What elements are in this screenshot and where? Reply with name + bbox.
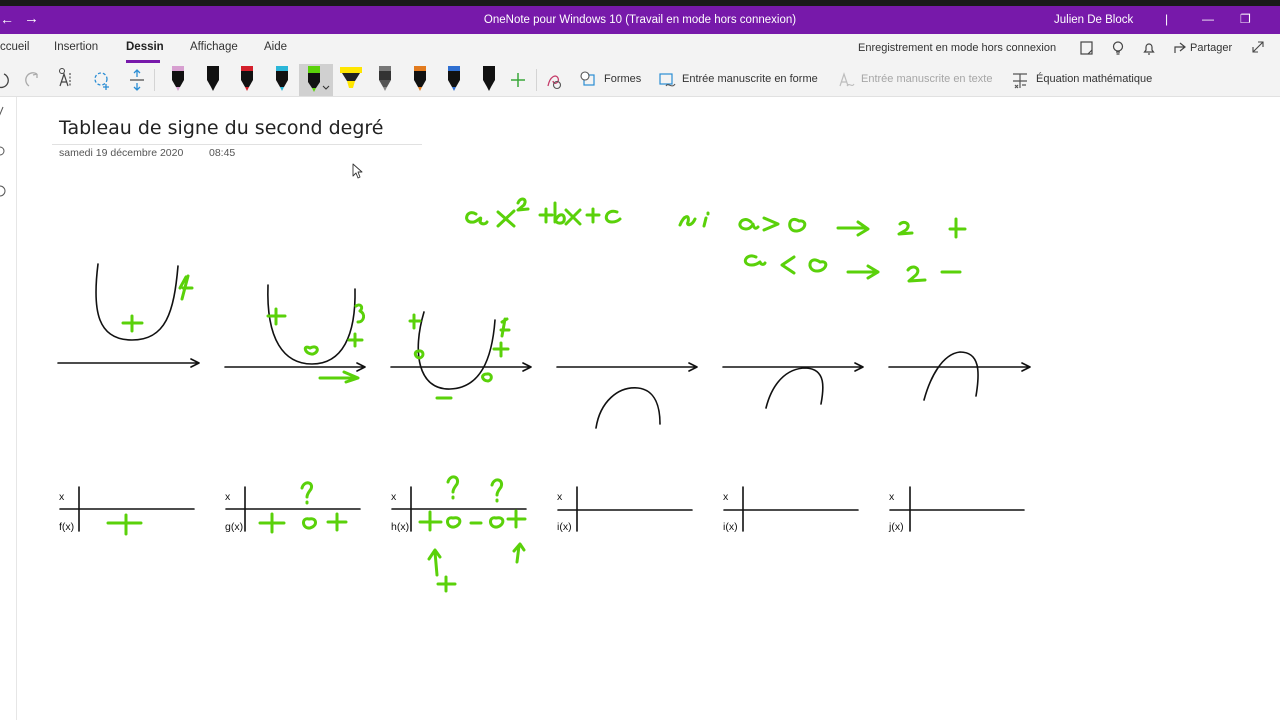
saving-status: Enregistrement en mode hors connexion [858,42,1057,54]
toolbar-separator-2 [536,69,537,91]
share-button[interactable]: Partager [1190,42,1232,54]
ink-replay-icon[interactable] [544,64,564,96]
sign-table-function-label: i(x) [723,521,738,533]
expand-icon[interactable] [1251,40,1265,54]
ink-graph-annotations [121,274,511,400]
bell-icon[interactable] [1141,40,1157,56]
sign-table-x-label: x [723,491,729,503]
toolbar-separator [154,69,155,91]
lasso-text-select-icon[interactable] [57,64,77,96]
sign-table-function-label: f(x) [59,521,75,533]
redo-icon[interactable] [24,64,42,96]
tab-accueil[interactable]: ccueil [0,41,29,53]
title-bar: ← → OneNote pour Windows 10 (Travail en … [0,6,1280,34]
active-tab-indicator [126,60,160,63]
undo-icon[interactable] [0,64,10,96]
highlighter-yellow-icon[interactable] [336,64,366,96]
add-space-icon[interactable] [127,64,147,96]
ink-sign-table-lines [59,486,1025,532]
pen-green-icon[interactable] [301,64,331,96]
pen-gray-icon[interactable] [370,64,400,96]
tab-insertion[interactable]: Insertion [54,41,98,53]
pen-black-icon[interactable] [198,64,228,96]
ink-to-shape-icon[interactable] [657,64,677,96]
mouse-cursor-icon [352,163,363,179]
ink-parabolas [95,263,979,429]
minimize-icon[interactable]: — [1202,12,1214,26]
pen-rainbow-icon[interactable] [405,64,435,96]
ink-axes [57,358,1031,372]
user-name[interactable]: Julien De Block [1054,14,1133,26]
sign-table-x-label: x [557,491,563,503]
ink-to-text-button: Entrée manuscrite en texte [861,73,993,85]
sign-table-function-label: j(x) [889,521,904,533]
ink-to-text-icon [839,72,855,87]
math-equation-icon[interactable] [1010,64,1030,96]
drawing-toolbar: Formes Entrée manuscrite en forme Entrée… [0,64,1280,97]
menu-bar: ccueil Insertion Dessin Affichage Aide E… [0,34,1280,64]
sign-table-x-label: x [391,491,397,503]
math-equation-button[interactable]: Équation mathématique [1036,73,1152,85]
pen-red-icon[interactable] [232,64,262,96]
pen-pink-icon[interactable] [163,64,193,96]
shapes-button[interactable]: Formes [604,73,641,85]
tab-dessin[interactable]: Dessin [126,41,164,53]
pen-cyan-icon[interactable] [267,64,297,96]
tab-affichage[interactable]: Affichage [190,41,238,53]
sign-table-x-label: x [59,491,65,503]
sign-table-function-label: g(x) [225,521,244,533]
ink-formula-quadratic [465,197,622,228]
restore-icon[interactable]: ❐ [1240,12,1251,26]
ink-sign-table-annotations [106,475,527,593]
window-button-separator: | [1165,12,1169,26]
add-pen-icon[interactable] [508,64,528,96]
sign-table-x-label: x [225,491,231,503]
ink-to-shape-button[interactable]: Entrée manuscrite en forme [682,73,818,85]
ink-sign-rule [678,211,967,283]
shapes-icon[interactable] [579,64,597,96]
lasso-select-icon[interactable] [92,64,112,96]
lightbulb-icon[interactable] [1110,40,1126,56]
notebook-sync-icon[interactable] [1079,40,1095,56]
tab-aide[interactable]: Aide [264,41,287,53]
ink-canvas[interactable] [0,97,1280,720]
sign-table-function-label: h(x) [391,521,410,533]
sign-table-x-label: x [889,491,895,503]
share-icon[interactable] [1172,40,1188,56]
pen-galaxy-icon[interactable] [439,64,469,96]
pen-black-2-icon[interactable] [474,64,504,96]
sign-table-function-label: i(x) [557,521,572,533]
